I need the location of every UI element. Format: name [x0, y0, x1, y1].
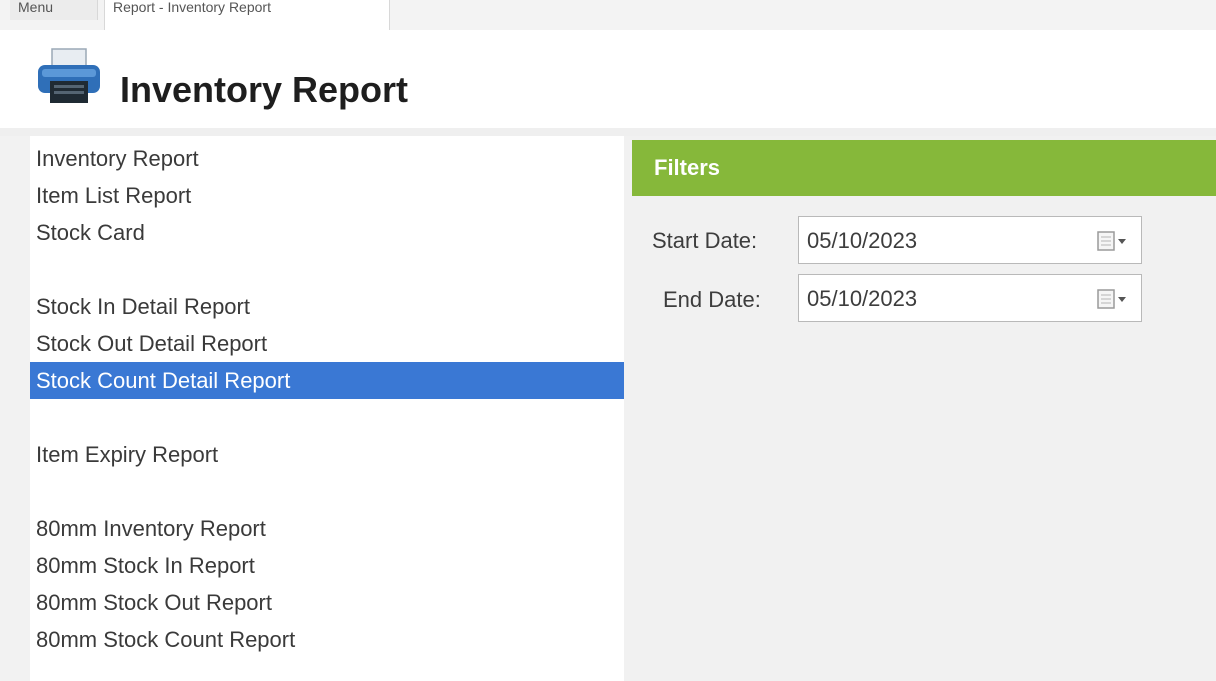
report-item-item-expiry[interactable]: Item Expiry Report	[30, 436, 624, 473]
end-date-field[interactable]: 05/10/2023	[798, 274, 1142, 322]
page-title: Inventory Report	[120, 69, 409, 110]
tab-inventory-report[interactable]: Report - Inventory Report	[104, 0, 390, 30]
report-item-80mm-inventory[interactable]: 80mm Inventory Report	[30, 510, 624, 547]
start-date-value: 05/10/2023	[807, 228, 918, 253]
end-date-label: End Date:	[663, 287, 761, 312]
report-item-stock-out-detail[interactable]: Stock Out Detail Report	[30, 325, 624, 362]
report-item-stock-in-detail[interactable]: Stock In Detail Report	[30, 288, 624, 325]
report-item-stock-count-detail[interactable]: Stock Count Detail Report	[30, 362, 624, 399]
tab-menu[interactable]: Menu	[10, 0, 98, 20]
report-item-stock-card[interactable]: Stock Card	[30, 214, 624, 251]
divider	[0, 128, 1216, 136]
start-date-label: Start Date:	[652, 228, 758, 253]
end-date-value: 05/10/2023	[807, 286, 918, 311]
start-date-field[interactable]: 05/10/2023	[798, 216, 1142, 264]
report-item-inventory-report[interactable]: Inventory Report	[30, 140, 624, 177]
calendar-dropdown-icon[interactable]	[1097, 231, 1131, 251]
calendar-dropdown-icon[interactable]	[1097, 289, 1131, 309]
report-item-80mm-stock-out[interactable]: 80mm Stock Out Report	[30, 584, 624, 621]
left-gutter	[0, 136, 30, 681]
printer-icon	[38, 48, 100, 103]
filters-title: Filters	[654, 155, 721, 180]
filters-header: Filters	[632, 140, 1216, 196]
page-header: Inventory Report	[0, 30, 1216, 128]
tab-strip: Menu Report - Inventory Report	[0, 0, 1216, 31]
report-item-item-list-report[interactable]: Item List Report	[30, 177, 624, 214]
report-item-80mm-stock-count[interactable]: 80mm Stock Count Report	[30, 621, 624, 658]
report-item-80mm-stock-in[interactable]: 80mm Stock In Report	[30, 547, 624, 584]
